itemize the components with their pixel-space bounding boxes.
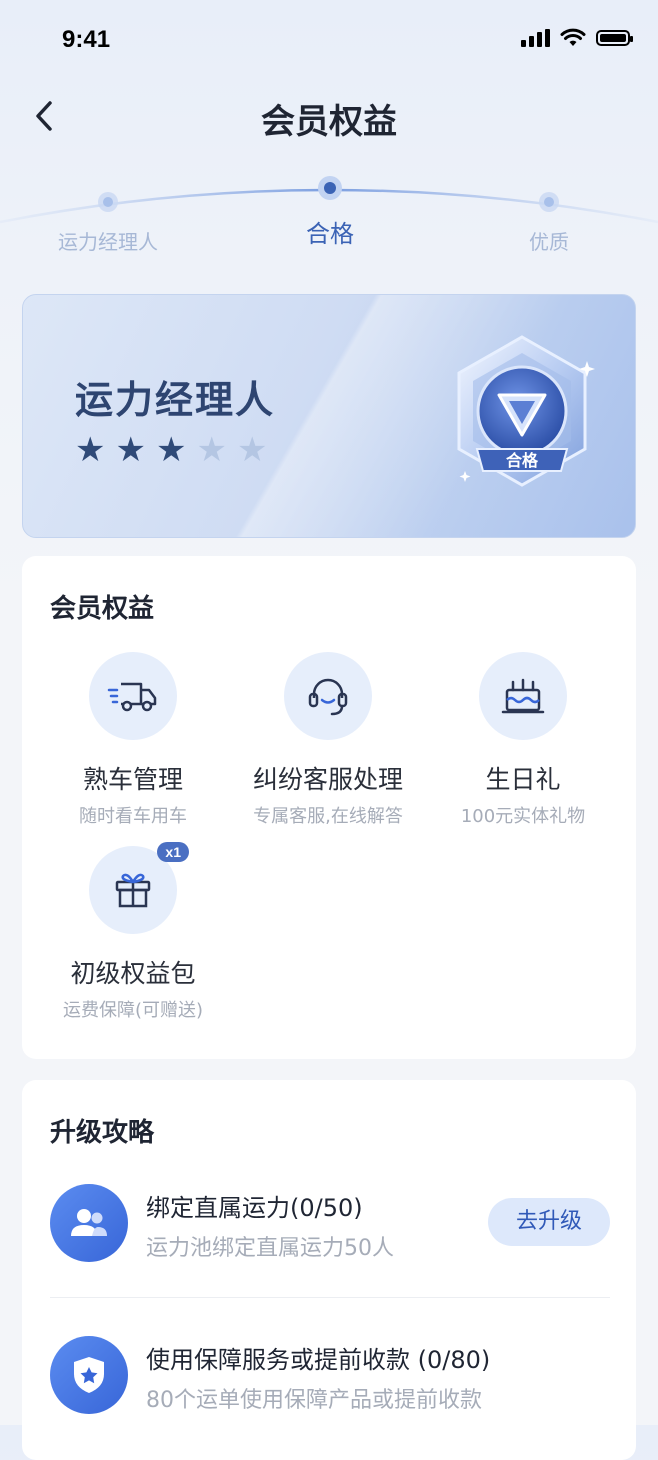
benefit-item-package[interactable]: x1 初级权益包 运费保障(可赠送): [33, 842, 233, 1022]
task-icon-bg: [50, 1184, 128, 1262]
benefit-title: 初级权益包: [70, 959, 196, 988]
task-title: 使用保障服务或提前收款 (0/80): [146, 1346, 491, 1374]
star-icon: ★: [75, 430, 106, 470]
benefit-desc: 随时看车用车: [79, 806, 187, 827]
headset-icon: [308, 678, 348, 716]
nav-bar: 会员权益: [0, 84, 658, 150]
upgrade-button[interactable]: 去升级: [488, 1198, 610, 1246]
level-progress: 运力经理人 合格 优质: [0, 160, 658, 270]
shield-icon: [74, 1357, 104, 1393]
level-label-qualified[interactable]: 合格: [306, 214, 354, 249]
wifi-icon: [560, 28, 586, 46]
benefit-title: 生日礼: [485, 765, 561, 794]
status-icons: [521, 28, 633, 48]
cake-icon: [501, 678, 545, 714]
package-count-badge: x1: [157, 842, 189, 862]
benefit-title: 纠纷客服处理: [252, 765, 403, 794]
status-bar: 9:41: [0, 0, 658, 84]
qualified-badge-icon: 合格: [457, 335, 595, 487]
task-item-protection: 使用保障服务或提前收款 (0/80) 80个运单使用保障产品或提前收款: [50, 1336, 610, 1426]
benefit-icon-bg: [479, 652, 567, 740]
benefit-icon-bg: [284, 652, 372, 740]
truck-icon: [107, 682, 157, 712]
benefit-desc: 运费保障(可赠送): [62, 1000, 204, 1021]
level-card-title: 运力经理人: [75, 378, 276, 422]
star-rating: ★ ★ ★ ★ ★: [75, 433, 267, 467]
benefit-icon-bg: x1: [89, 842, 189, 934]
task-desc: 运力池绑定直属运力50人: [146, 1236, 394, 1261]
star-empty-icon: ★: [196, 430, 227, 470]
level-label-manager[interactable]: 运力经理人: [58, 226, 158, 255]
benefit-title: 熟车管理: [82, 765, 183, 794]
benefits-title: 会员权益: [50, 594, 155, 624]
gift-icon: [115, 873, 151, 908]
benefits-card: 会员权益 熟车管理 随时看车用车 纠纷客服处理 专属客服,在线解答 生日礼 10…: [22, 556, 636, 1059]
task-desc: 80个运单使用保障产品或提前收款: [146, 1388, 482, 1413]
divider: [50, 1297, 610, 1298]
star-empty-icon: ★: [236, 430, 268, 470]
task-title: 绑定直属运力(0/50): [146, 1194, 363, 1222]
level-label-premium[interactable]: 优质: [529, 226, 569, 255]
level-card: 运力经理人 ★ ★ ★ ★ ★ 合格: [22, 294, 636, 538]
benefit-icon-bg: [89, 652, 177, 740]
users-icon: [71, 1209, 107, 1236]
signal-icon: [521, 29, 550, 47]
upgrade-title: 升级攻略: [50, 1118, 155, 1148]
status-time: 9:41: [62, 26, 111, 53]
benefit-item-birthday[interactable]: 生日礼 100元实体礼物: [423, 652, 623, 828]
task-icon-bg: [50, 1336, 128, 1414]
battery-icon: [596, 30, 633, 46]
star-icon: ★: [155, 430, 187, 470]
badge-label: 合格: [506, 451, 539, 470]
benefit-item-dispute[interactable]: 纠纷客服处理 专属客服,在线解答: [228, 652, 428, 828]
benefit-desc: 100元实体礼物: [460, 806, 586, 827]
upgrade-card: 升级攻略 绑定直属运力(0/50) 运力池绑定直属运力50人 去升级 使用保障服…: [22, 1080, 636, 1460]
page-title: 会员权益: [261, 102, 397, 142]
benefit-item-vehicle[interactable]: 熟车管理 随时看车用车: [33, 652, 233, 828]
task-item-bind: 绑定直属运力(0/50) 运力池绑定直属运力50人 去升级: [50, 1184, 610, 1274]
benefit-desc: 专属客服,在线解答: [253, 806, 403, 827]
star-icon: ★: [115, 430, 146, 470]
